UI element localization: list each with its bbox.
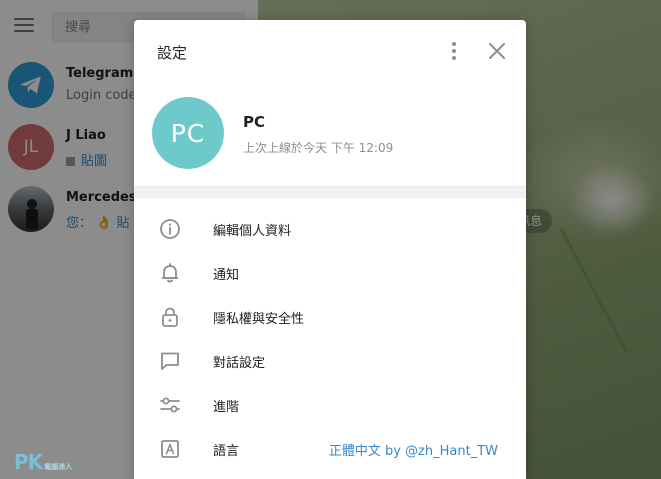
menu-item-label: 編輯個人資料 [213,224,292,239]
menu-item-advanced[interactable]: 進階 [134,383,526,427]
close-icon[interactable] [486,40,508,62]
language-icon [161,440,179,458]
settings-modal: 設定 PC PC 上次上線於今天 下午 12:09 編輯個人資料 通知 隱私權與… [134,20,526,479]
lock-icon [162,307,178,327]
menu-item-edit-profile[interactable]: 編輯個人資料 [134,207,526,251]
profile-name: PC [243,113,266,131]
sliders-icon [160,397,180,413]
menu-item-label: 進階 [213,400,240,415]
menu-item-label: 通知 [213,268,240,283]
menu-item-chat-settings[interactable]: 對話設定 [134,339,526,383]
menu-item-notifications[interactable]: 通知 [134,251,526,295]
modal-title: 設定 [157,44,188,62]
profile-last-seen: 上次上線於今天 下午 12:09 [243,141,394,155]
menu-item-label: 隱私權與安全性 [213,312,305,327]
more-options-icon[interactable] [444,38,464,64]
section-divider [134,186,526,198]
pk-logo-watermark: PK 電腦達人 [14,450,73,474]
info-icon [160,219,180,239]
menu-item-language[interactable]: 語言 正體中文 by @zh_Hant_TW [134,427,526,471]
profile-avatar[interactable]: PC [152,97,224,169]
chat-bubble-icon [161,352,179,370]
menu-item-privacy-security[interactable]: 隱私權與安全性 [134,295,526,339]
bell-icon [161,263,179,283]
language-value: 正體中文 by @zh_Hant_TW [328,444,498,459]
menu-item-label: 語言 [213,444,240,459]
menu-item-label: 對話設定 [213,356,266,371]
